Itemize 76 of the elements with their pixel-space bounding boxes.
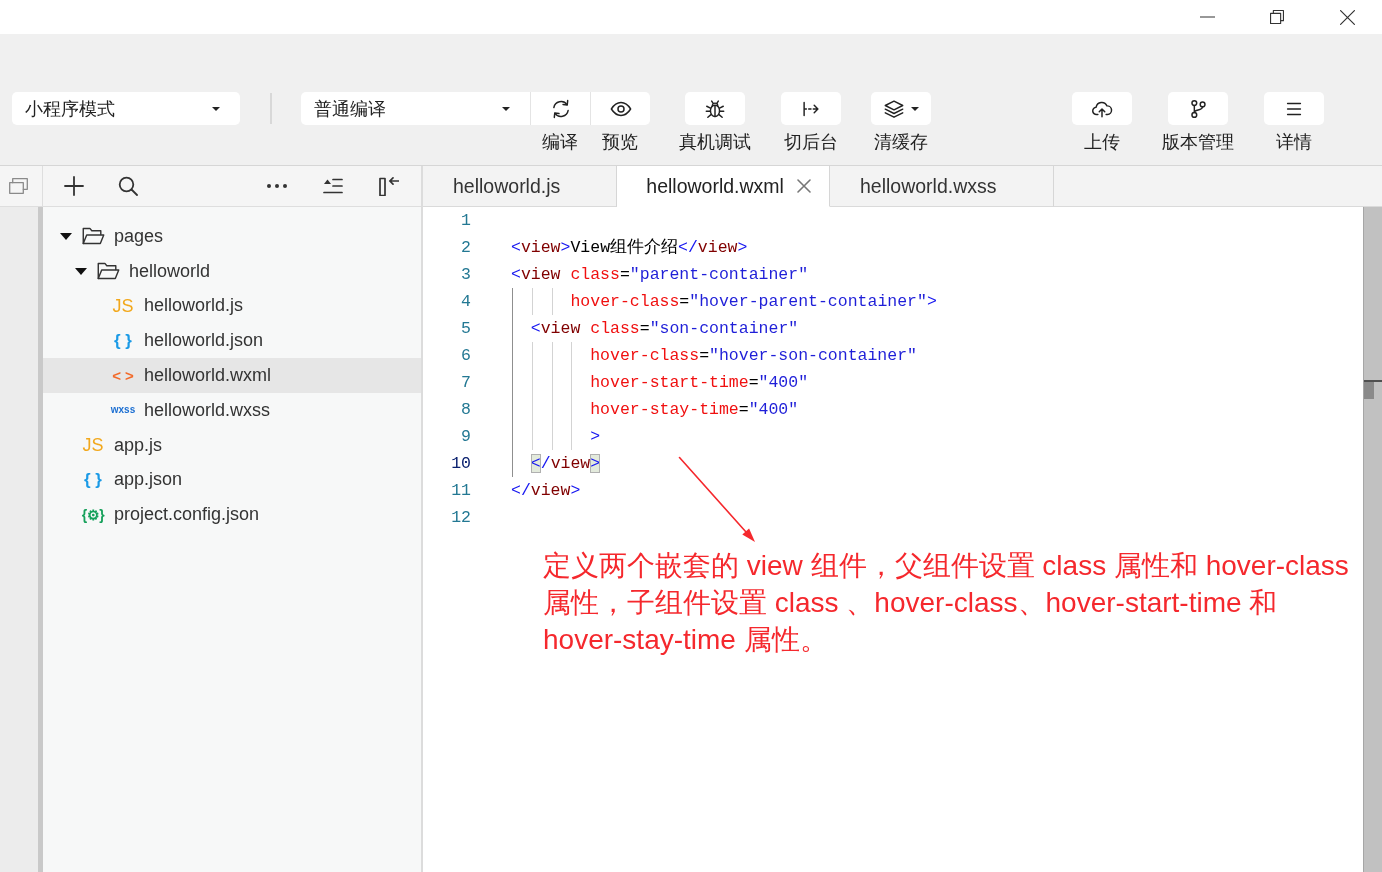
line-number: 1 — [461, 210, 471, 232]
tree-item[interactable]: helloworld — [43, 253, 421, 289]
caret-icon — [502, 106, 510, 111]
tree-item[interactable]: < > helloworld.wxml — [43, 358, 421, 393]
code-line: <view class="son-container" — [530, 318, 799, 340]
tree-item[interactable]: JS helloworld.js — [43, 288, 421, 324]
annotation-text: 定义两个嵌套的 view 组件，父组件设置 class 属性和 hover-class 属性，子组件设置 class 、hover-class、hover-start-time 和 hover-stay-time 属性。 — [543, 549, 1350, 657]
overview-marker — [1364, 380, 1382, 399]
tree-item[interactable]: { } helloworld.json — [43, 323, 421, 359]
toolbar-button[interactable] — [685, 92, 745, 125]
tree-item[interactable]: wxss helloworld.wxss — [43, 393, 421, 428]
toolbar-button[interactable] — [871, 92, 931, 125]
line-number: 4 — [461, 291, 471, 313]
line-number: 12 — [451, 507, 471, 529]
line-number: 10 — [451, 453, 471, 475]
braces-file-icon: { } — [80, 469, 106, 490]
folder-icon — [97, 262, 120, 281]
line-number: 7 — [461, 372, 471, 394]
button-label: 真机调试 — [679, 132, 751, 152]
code-line: </view> — [530, 453, 601, 475]
compile-mode-dropdown[interactable]: 普通编译 — [301, 92, 530, 125]
restore-icon[interactable] — [1270, 10, 1284, 24]
line-number: 8 — [461, 399, 471, 421]
button-label: 版本管理 — [1162, 132, 1234, 152]
angle-brackets-file-icon: < > — [110, 365, 136, 386]
button-label: 上传 — [1084, 132, 1120, 152]
code-line: </view> — [511, 480, 581, 502]
minimize-icon[interactable] — [1199, 16, 1215, 18]
toolbar-button[interactable] — [1072, 92, 1132, 125]
code-line: <view class="parent-container" — [511, 264, 809, 286]
code-line: hover-class="hover-parent-container"> — [570, 291, 937, 313]
list-collapse-icon[interactable] — [323, 178, 343, 194]
more-icon[interactable] — [267, 184, 287, 188]
caret-icon[interactable] — [60, 232, 72, 240]
braces-file-icon: { } — [110, 330, 136, 351]
close-icon[interactable] — [1339, 9, 1355, 25]
toolbar-button[interactable] — [1168, 92, 1228, 125]
toolbar-button[interactable] — [530, 92, 590, 125]
caret-icon — [911, 106, 919, 111]
button-label: 切后台 — [784, 132, 838, 152]
button-label: 预览 — [602, 132, 638, 152]
toolbar-button[interactable] — [590, 92, 650, 125]
search-icon[interactable] — [118, 176, 138, 196]
code-line: <view>View组件介绍</view> — [511, 237, 748, 259]
button-label: 详情 — [1276, 132, 1312, 152]
code-line: hover-class="hover-son-container" — [590, 345, 917, 367]
line-number: 2 — [461, 237, 471, 259]
line-number: 3 — [461, 264, 471, 286]
code-line: hover-start-time="400" — [590, 372, 809, 394]
caret-icon — [212, 106, 220, 111]
line-number: 9 — [461, 426, 471, 448]
line-number: 6 — [461, 345, 471, 367]
mode-dropdown[interactable]: 小程序模式 — [12, 92, 240, 125]
tree-item[interactable]: { } app.json — [43, 462, 421, 498]
tree-item[interactable]: {⚙} project.config.json — [43, 497, 421, 533]
scrollbar[interactable] — [1363, 207, 1382, 872]
caret-icon[interactable] — [75, 267, 87, 275]
code-line: hover-stay-time="400" — [590, 399, 799, 421]
js-file-icon: JS — [80, 435, 106, 456]
editor-tab[interactable]: helloworld.wxml — [617, 166, 830, 207]
add-icon[interactable] — [64, 176, 84, 196]
js-file-icon: JS — [110, 296, 136, 316]
bar-left-arrow-icon[interactable] — [379, 176, 399, 196]
gear-braces-file-icon: {⚙} — [80, 504, 106, 525]
tree-item[interactable]: pages — [43, 219, 421, 254]
line-number: 5 — [461, 318, 471, 340]
button-label: 编译 — [542, 132, 578, 152]
code-line: > — [590, 426, 601, 448]
stacked-windows-icon[interactable] — [9, 178, 28, 194]
tree-item[interactable]: JS app.js — [43, 427, 421, 463]
button-label: 清缓存 — [874, 132, 928, 152]
bug-icon — [704, 97, 726, 120]
line-number: 11 — [451, 480, 471, 502]
toolbar-button[interactable] — [1264, 92, 1324, 125]
folder-icon — [82, 227, 105, 246]
wxss-file-icon: wxss — [110, 400, 136, 421]
